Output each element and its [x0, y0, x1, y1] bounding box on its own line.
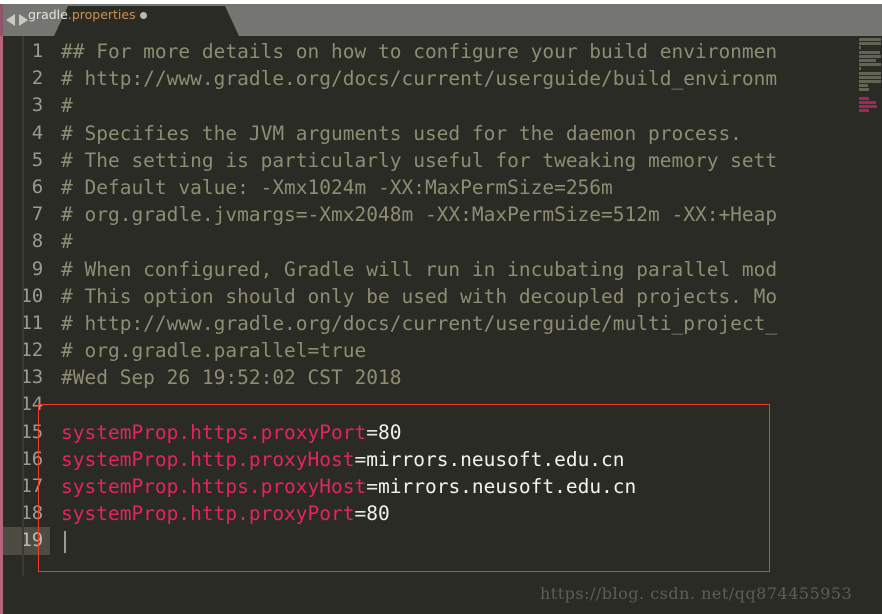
code-text: systemProp.http.proxyHost=mirrors.neusof…	[61, 446, 625, 473]
property-equals: =	[354, 502, 367, 526]
minimap-line	[859, 80, 881, 83]
code-text: # org.gradle.jvmargs=-Xmx2048m -XX:MaxPe…	[61, 203, 778, 227]
property-key: systemProp.https.proxyHost	[61, 475, 367, 498]
editor-body[interactable]: 1 ## For more details on how to configure…	[3, 36, 882, 614]
editor-tab-bar: gradle.properties	[0, 0, 882, 36]
minimap-line	[859, 109, 870, 113]
code-text: #Wed Sep 26 19:52:02 CST 2018	[61, 366, 402, 390]
code-text: # The setting is particularly useful for…	[61, 148, 778, 172]
code-text: # Specifies the JVM arguments used for t…	[61, 121, 742, 145]
code-text: systemProp.https.proxyPort=80	[61, 419, 401, 446]
minimap-line	[859, 46, 861, 50]
tab-modified-dot-icon[interactable]	[140, 12, 147, 19]
code-text: #	[61, 230, 73, 254]
tab-label-suffix: .properties	[67, 7, 136, 22]
code-line[interactable]: 2 # http://www.gradle.org/docs/current/us…	[3, 65, 882, 92]
text-cursor	[64, 531, 66, 554]
code-line[interactable]: 9 # When configured, Gradle will run in i…	[3, 256, 882, 283]
minimap-line	[859, 38, 881, 41]
code-text: #	[61, 94, 73, 118]
minimap-line	[859, 67, 861, 71]
minimap-line	[859, 96, 870, 100]
code-text: # http://www.gradle.org/docs/current/use…	[61, 67, 778, 91]
code-line[interactable]: 17 systemProp.https.proxyHost=mirrors.neu…	[3, 473, 882, 500]
code-text: # org.gradle.parallel=true	[61, 339, 367, 363]
code-text: # http://www.gradle.org/docs/current/use…	[61, 311, 778, 335]
minimap-line	[859, 54, 881, 58]
code-line[interactable]: 5 # The setting is particularly useful fo…	[3, 147, 882, 174]
minimap-line	[859, 71, 881, 75]
property-equals: =	[366, 420, 378, 444]
code-line[interactable]: 15 systemProp.https.proxyPort=80	[3, 419, 882, 446]
watermark-text: https://blog. csdn. net/qq874455953	[540, 584, 853, 603]
minimap-line	[859, 59, 876, 62]
property-value: 80	[378, 420, 402, 444]
property-equals: =	[354, 447, 367, 471]
code-line[interactable]: 10 # This option should only be used with…	[3, 283, 882, 310]
minimap-scrollbar[interactable]	[22, 36, 24, 576]
property-value: mirrors.neusoft.edu.cn	[378, 475, 637, 498]
code-line[interactable]: 11 # http://www.gradle.org/docs/current/u…	[3, 310, 882, 337]
code-line[interactable]: 16 systemProp.http.proxyHost=mirrors.neus…	[3, 446, 882, 473]
minimap-line	[859, 63, 881, 67]
tab-label-prefix: gradle	[28, 7, 68, 22]
minimap-line	[859, 42, 881, 46]
property-key: systemProp.http.proxyHost	[61, 447, 355, 471]
line-number: 19	[3, 527, 50, 555]
code-line[interactable]: 18 systemProp.http.proxyPort=80	[3, 500, 882, 527]
code-line[interactable]: 8 #	[3, 228, 882, 255]
code-line[interactable]: 6 # Default value: -Xmx1024m -XX:MaxPermS…	[3, 174, 882, 201]
code-text: systemProp.http.proxyPort=80	[61, 500, 390, 527]
code-line[interactable]: 3 #	[3, 92, 882, 119]
minimap-line	[859, 105, 877, 109]
property-equals: =	[366, 475, 378, 498]
minimap-line	[859, 50, 880, 54]
code-line[interactable]: 4 # Specifies the JVM arguments used for …	[3, 120, 882, 147]
triangle-left-icon[interactable]	[6, 14, 15, 26]
code-line[interactable]: 1 ## For more details on how to configure…	[3, 38, 882, 65]
code-text: systemProp.https.proxyHost=mirrors.neuso…	[61, 473, 636, 500]
window-top-edge	[0, 0, 882, 4]
property-key: systemProp.http.proxyPort	[61, 502, 355, 526]
minimap-line	[859, 84, 869, 88]
code-text: # This option should only be used with d…	[61, 284, 778, 308]
minimap-line	[859, 88, 870, 92]
code-text: # Default value: -Xmx1024m -XX:MaxPermSi…	[61, 175, 613, 199]
code-line[interactable]: 7 # org.gradle.jvmargs=-Xmx2048m -XX:MaxP…	[3, 201, 882, 228]
left-marker-stripe-top	[0, 4, 3, 36]
code-line[interactable]: 14	[3, 391, 882, 418]
triangle-right-icon[interactable]	[19, 14, 28, 26]
code-text: # When configured, Gradle will run in in…	[61, 257, 778, 281]
code-text: ## For more details on how to configure …	[61, 40, 778, 63]
code-minimap[interactable]	[858, 36, 882, 614]
code-line[interactable]: 12 # org.gradle.parallel=true	[3, 337, 882, 364]
code-editor-window: gradle.properties 1 ## For more details o…	[0, 0, 882, 614]
property-key: systemProp.https.proxyPort	[61, 420, 367, 444]
code-line[interactable]: 19	[3, 527, 882, 555]
tab-label: gradle.properties	[28, 7, 136, 22]
minimap-line	[859, 101, 877, 104]
property-value: 80	[366, 502, 390, 526]
code-area[interactable]: 1 ## For more details on how to configure…	[3, 38, 882, 555]
code-line[interactable]: 13 #Wed Sep 26 19:52:02 CST 2018	[3, 364, 882, 391]
minimap-line	[859, 75, 881, 79]
property-value: mirrors.neusoft.edu.cn	[366, 447, 625, 471]
